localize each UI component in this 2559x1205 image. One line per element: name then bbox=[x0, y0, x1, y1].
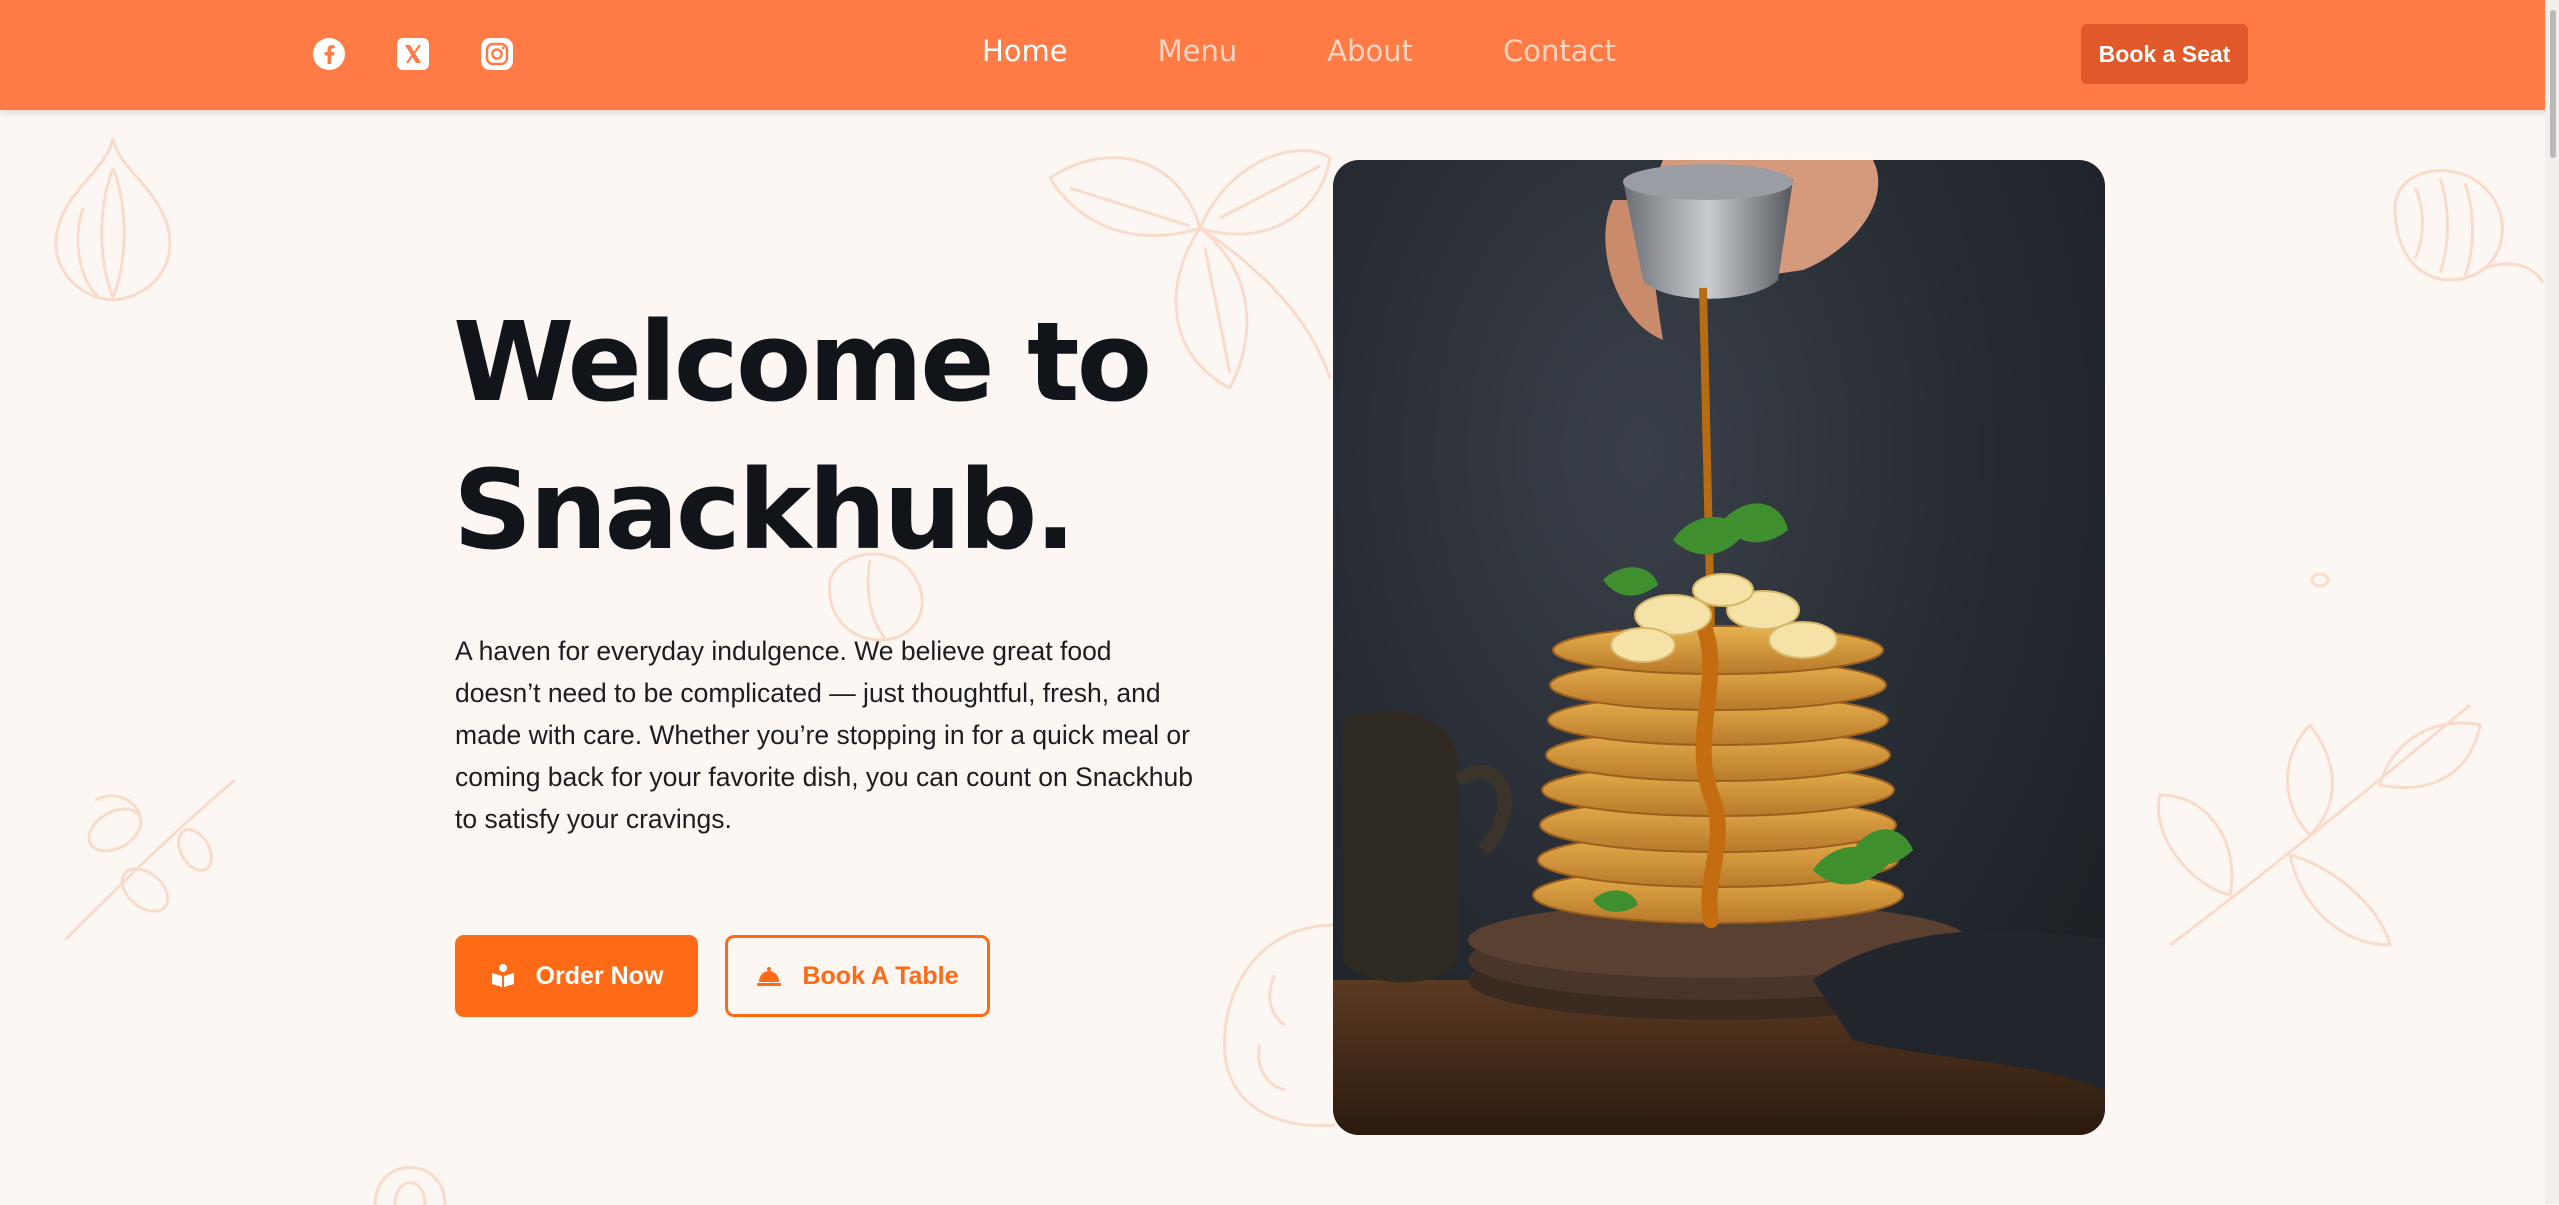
tomato-doodle-icon bbox=[1215, 915, 1345, 1135]
nav-item-home[interactable]: Home bbox=[982, 34, 1068, 68]
x-twitter-icon[interactable] bbox=[396, 37, 430, 71]
onion-doodle-icon bbox=[365, 1135, 455, 1205]
book-a-table-button[interactable]: Book A Table bbox=[725, 935, 990, 1017]
hero-title-line-1: Welcome to bbox=[453, 298, 1152, 426]
scrollbar-thumb[interactable] bbox=[2550, 10, 2556, 158]
facebook-icon[interactable] bbox=[312, 37, 346, 71]
hero-description: A haven for everyday indulgence. We beli… bbox=[455, 636, 1194, 834]
pancake-stack-syrup-photo bbox=[1333, 160, 2105, 1135]
order-now-label: Order Now bbox=[535, 961, 664, 990]
nav-item-about[interactable]: About bbox=[1327, 34, 1413, 68]
order-now-button[interactable]: Order Now bbox=[455, 935, 698, 1017]
book-a-seat-button[interactable]: Book a Seat bbox=[2081, 24, 2248, 84]
top-navbar: Home Menu About Contact Book a Seat bbox=[0, 0, 2559, 110]
shrimp-doodle-icon bbox=[2365, 148, 2545, 298]
olive-branch-doodle-icon bbox=[55, 770, 245, 950]
garlic-doodle-icon bbox=[28, 128, 198, 308]
book-open-icon bbox=[490, 963, 516, 989]
instagram-icon[interactable] bbox=[480, 37, 514, 71]
herb-sprig-doodle-icon bbox=[2130, 685, 2490, 955]
hero-title-line-2: Snackhub. bbox=[453, 446, 1076, 574]
nav-item-contact[interactable]: Contact bbox=[1503, 34, 1616, 68]
small-seed-doodle-icon bbox=[2308, 570, 2332, 590]
cloche-icon bbox=[756, 963, 782, 989]
main-nav: Home Menu About Contact bbox=[982, 34, 1706, 68]
page-scrollbar[interactable] bbox=[2545, 0, 2559, 1204]
book-a-table-label: Book A Table bbox=[802, 961, 959, 990]
hero-title: Welcome to Snackhub. bbox=[453, 288, 1173, 584]
nav-item-menu[interactable]: Menu bbox=[1158, 34, 1238, 68]
